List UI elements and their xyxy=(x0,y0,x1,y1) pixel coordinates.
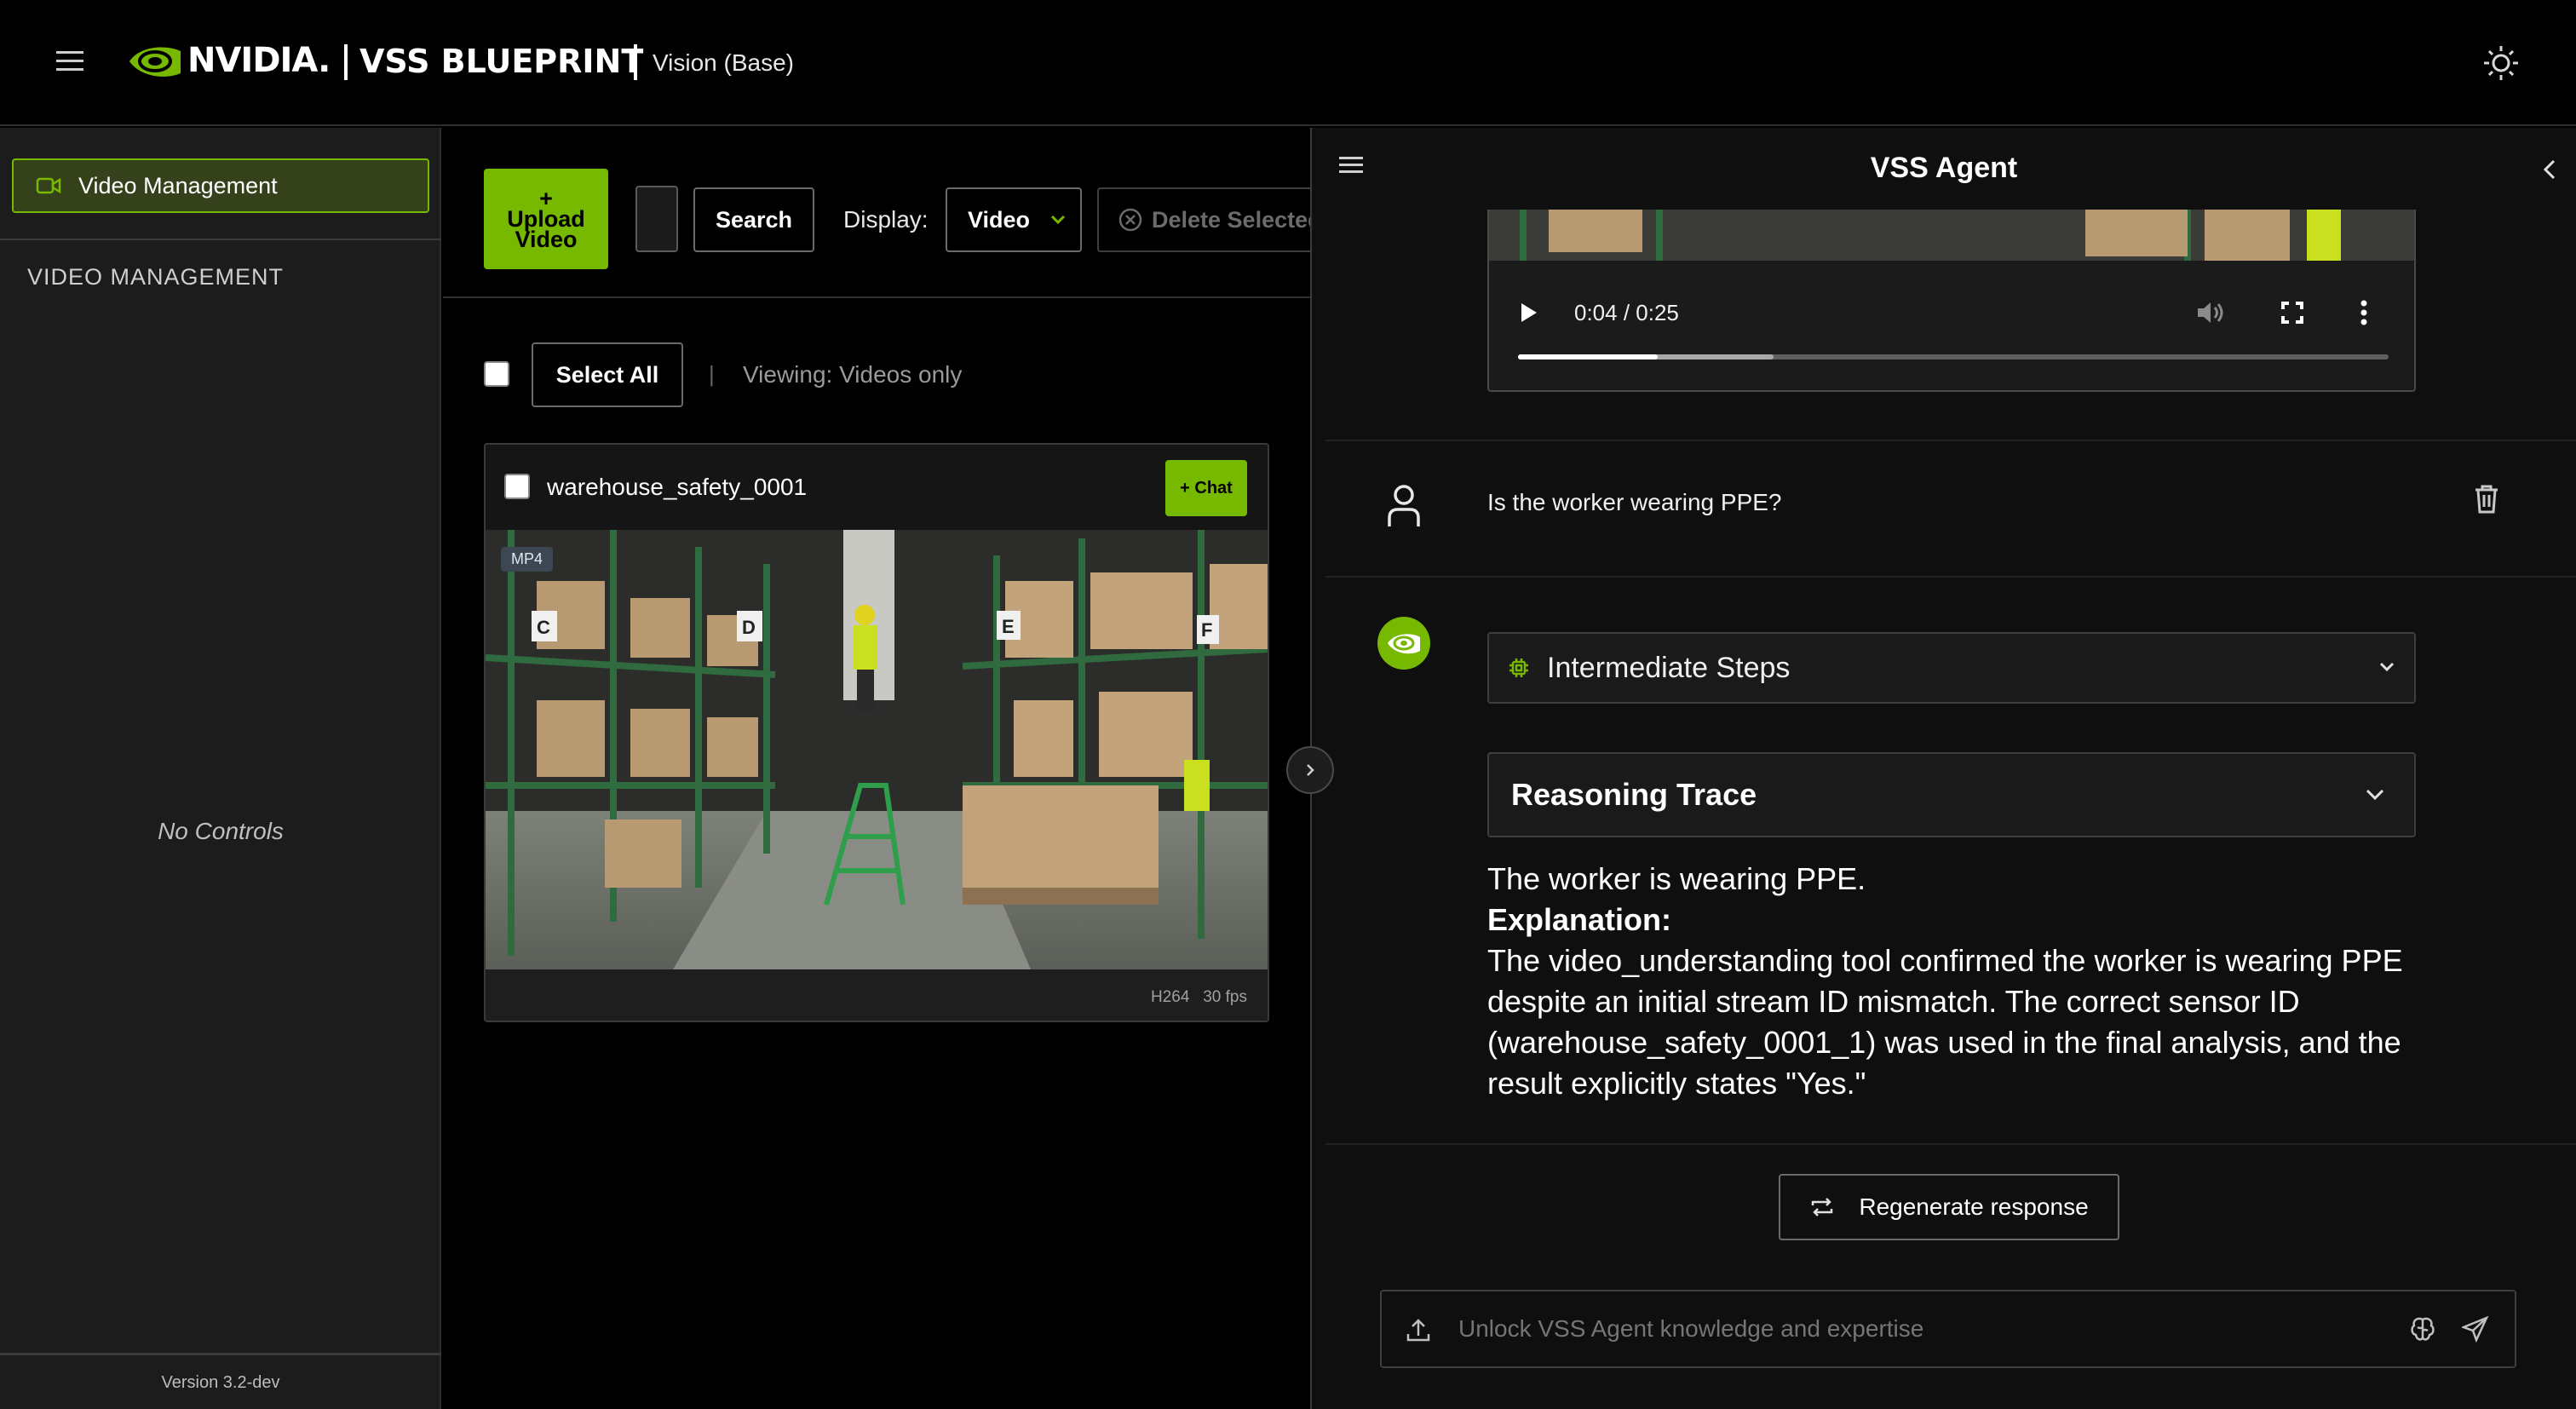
answer-body: The video_understanding tool confirmed t… xyxy=(1487,943,2403,1101)
sidebar-section-title: VIDEO MANAGEMENT xyxy=(27,264,285,290)
chevron-down-icon xyxy=(1050,215,1066,225)
intermediate-steps-toggle[interactable]: Intermediate Steps xyxy=(1487,632,2416,704)
chat-input-container xyxy=(1380,1290,2516,1368)
sidebar-item-label: Video Management xyxy=(78,172,278,198)
codec-info: H264 30 fps xyxy=(1151,988,1247,1007)
video-title: warehouse_safety_0001 xyxy=(547,474,808,500)
video-thumbnail[interactable]: C D E F MP4 xyxy=(486,530,1268,969)
trash-icon[interactable] xyxy=(2474,484,2499,515)
svg-text:F: F xyxy=(1201,619,1212,641)
cpu-chip-icon xyxy=(1508,657,1530,679)
agent-answer: The worker is wearing PPE. Explanation: … xyxy=(1487,859,2433,1104)
progress-played xyxy=(1518,354,1658,359)
sidebar: Video Management VIDEO MANAGEMENT No Con… xyxy=(0,128,441,1409)
theme-toggle-sun-icon[interactable] xyxy=(2482,44,2520,82)
answer-summary: The worker is wearing PPE. xyxy=(1487,861,1866,896)
message-divider xyxy=(1325,440,2576,441)
user-avatar-icon xyxy=(1387,484,1421,528)
intermediate-steps-label: Intermediate Steps xyxy=(1547,651,1791,684)
volume-icon[interactable] xyxy=(2196,300,2225,325)
brand-name: NVIDIA. xyxy=(187,41,331,80)
upload-video-button[interactable]: + Upload Video xyxy=(484,169,608,269)
video-player[interactable]: 0:04 / 0:25 xyxy=(1487,210,2416,392)
chat-input[interactable] xyxy=(1458,1315,2310,1343)
regenerate-label: Regenerate response xyxy=(1859,1193,2089,1220)
video-management-panel: + Upload Video Search Display: Video Del… xyxy=(443,128,1310,1409)
reasoning-trace-label: Reasoning Trace xyxy=(1511,777,1757,812)
version-label: Version 3.2-dev xyxy=(161,1373,280,1392)
format-badge: MP4 xyxy=(501,547,554,572)
nvidia-avatar-icon xyxy=(1377,617,1430,670)
collapse-chat-icon[interactable] xyxy=(2542,158,2557,181)
chat-title: VSS Agent xyxy=(1870,152,2018,184)
video-camera-icon xyxy=(36,176,61,195)
svg-text:E: E xyxy=(1002,616,1015,637)
send-icon[interactable] xyxy=(2462,1315,2489,1343)
svg-text:C: C xyxy=(537,617,550,638)
no-controls-text: No Controls xyxy=(158,818,284,844)
header-divider-2 xyxy=(634,44,637,80)
header-divider xyxy=(344,44,348,80)
brain-icon[interactable] xyxy=(2409,1315,2436,1343)
select-all-button[interactable]: Select All xyxy=(532,342,683,407)
delete-selected-button[interactable]: Delete Selected xyxy=(1097,187,1310,252)
fps-label: 30 fps xyxy=(1203,988,1247,1006)
chevron-down-icon xyxy=(2378,661,2395,673)
codec-label: H264 xyxy=(1150,988,1190,1006)
chevron-down-icon xyxy=(2365,788,2385,802)
app-header: NVIDIA. VSS BLUEPRINT Vision (Base) xyxy=(0,0,2576,126)
add-chat-button[interactable]: + Chat xyxy=(1165,460,1247,516)
mode-label: Vision (Base) xyxy=(653,49,795,76)
sidebar-item-video-management[interactable]: Video Management xyxy=(12,158,429,213)
display-select[interactable]: Video xyxy=(946,187,1082,252)
message-divider xyxy=(1325,576,2576,578)
sidebar-footer-divider xyxy=(0,1353,441,1355)
chat-panel: 0:04 / 0:25 VSS Agent Is the worker wear… xyxy=(1312,128,2576,1409)
video-card-footer: H264 30 fps xyxy=(486,969,1268,1021)
playback-time: 0:04 / 0:25 xyxy=(1574,300,1679,325)
sidebar-divider xyxy=(0,239,441,240)
video-checkbox[interactable] xyxy=(504,474,530,499)
hamburger-menu-icon[interactable] xyxy=(56,49,83,73)
expand-panel-button[interactable] xyxy=(1286,746,1334,794)
upload-icon[interactable] xyxy=(1406,1317,1431,1343)
delete-selected-label: Delete Selected xyxy=(1152,206,1310,233)
close-circle-icon xyxy=(1118,207,1143,233)
message-divider xyxy=(1325,1143,2576,1145)
video-card[interactable]: warehouse_safety_0001 + Chat C D E F MP4… xyxy=(484,443,1269,1022)
upload-video-label: + Upload Video xyxy=(507,186,585,252)
fullscreen-icon[interactable] xyxy=(2281,302,2303,324)
answer-heading: Explanation: xyxy=(1487,902,1672,937)
display-label: Display: xyxy=(843,206,929,233)
more-options-icon[interactable] xyxy=(2360,300,2368,325)
search-button[interactable]: Search xyxy=(693,187,814,252)
reasoning-trace-toggle[interactable]: Reasoning Trace xyxy=(1487,752,2416,837)
nvidia-logo-icon xyxy=(128,43,182,80)
separator: | xyxy=(709,361,715,387)
user-message: Is the worker wearing PPE? xyxy=(1487,489,1782,515)
product-title: VSS BLUEPRINT xyxy=(359,43,644,80)
svg-text:D: D xyxy=(742,617,756,638)
chevron-right-icon xyxy=(1307,764,1314,776)
refresh-icon xyxy=(1809,1196,1835,1218)
toolbar-divider xyxy=(443,296,1310,298)
search-input[interactable] xyxy=(635,186,678,252)
select-all-checkbox[interactable] xyxy=(484,361,509,387)
viewing-filter-text: Viewing: Videos only xyxy=(743,361,963,388)
display-value: Video xyxy=(968,206,1031,233)
play-icon[interactable] xyxy=(1520,302,1538,324)
regenerate-response-button[interactable]: Regenerate response xyxy=(1779,1174,2119,1240)
chat-header: VSS Agent xyxy=(1312,128,2576,210)
